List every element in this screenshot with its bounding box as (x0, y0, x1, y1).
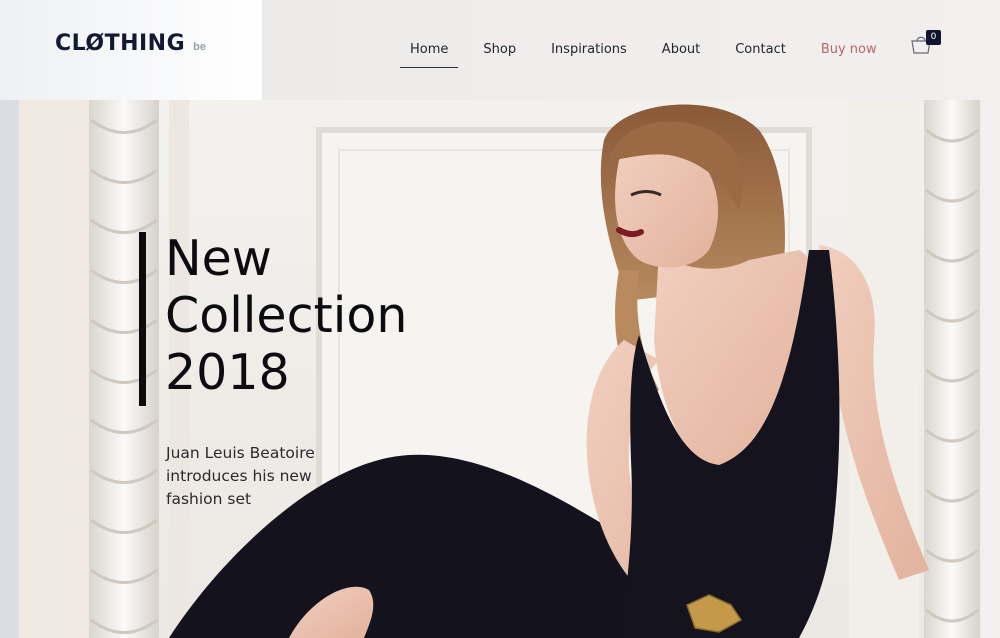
brand-suffix: be (193, 41, 206, 53)
cart-button[interactable]: 0 (910, 30, 942, 56)
nav-buy-now[interactable]: Buy now (811, 6, 887, 94)
nav-inspirations[interactable]: Inspirations (541, 6, 637, 94)
main-nav: Home Shop Inspirations About Contact Buy… (400, 0, 902, 100)
hero-section: New Collection 2018 Juan Leuis Beatoire … (19, 100, 980, 638)
hero-title: New Collection 2018 (165, 230, 505, 401)
hero-accent-bar (139, 232, 146, 406)
hero-title-line-2: Collection (165, 287, 408, 344)
brand-logo[interactable]: CLØTHING be (55, 31, 206, 56)
nav-about[interactable]: About (652, 6, 710, 94)
cart-count-badge: 0 (926, 30, 941, 45)
logo-block: CLØTHING be (0, 0, 262, 100)
hero-title-line-1: New (165, 230, 272, 287)
nav-home[interactable]: Home (400, 6, 459, 94)
hero-title-line-3: 2018 (165, 344, 290, 401)
hero-subtitle: Juan Leuis Beatoire introduces his new f… (166, 444, 315, 508)
nav-contact[interactable]: Contact (725, 6, 796, 94)
brand-name: CLØTHING (55, 31, 186, 56)
nav-shop[interactable]: Shop (473, 6, 526, 94)
